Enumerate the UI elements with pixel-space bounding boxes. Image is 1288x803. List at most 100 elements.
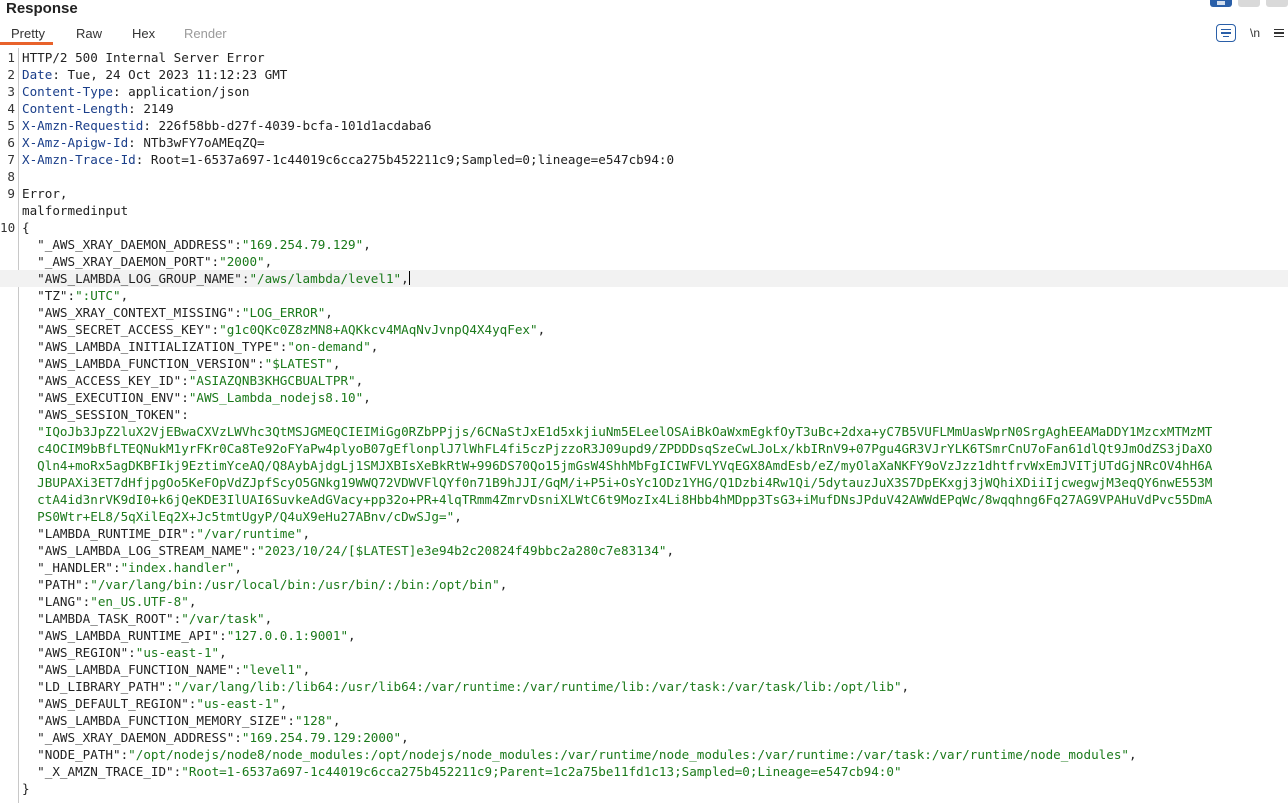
code-line[interactable]: "AWS_LAMBDA_FUNCTION_MEMORY_SIZE":"128",: [0, 712, 1288, 729]
json-string: "127.0.0.1:9001": [226, 628, 349, 643]
code-text: "_X_AMZN_TRACE_ID":: [22, 764, 182, 779]
code-line[interactable]: 4 Content-Length: 2149: [0, 100, 1288, 117]
code-line[interactable]: "LANG":"en_US.UTF-8",: [0, 593, 1288, 610]
layout-vertical-icon[interactable]: [1266, 0, 1288, 7]
code-text: "LAMBDA_RUNTIME_DIR":: [22, 526, 197, 541]
line-text: X-Amzn-Trace-Id: Root=1-6537a697-1c44019…: [22, 151, 674, 168]
json-string: "/opt/nodejs/node8/node_modules:/opt/nod…: [128, 747, 1129, 762]
line-text: HTTP/2 500 Internal Server Error: [22, 49, 265, 66]
code-line[interactable]: 5 X-Amzn-Requestid: 226f58bb-d27f-4039-bc…: [0, 117, 1288, 134]
line-text: "LAMBDA_TASK_ROOT":"/var/task",: [22, 610, 272, 627]
code-line[interactable]: 9 Error,: [0, 185, 1288, 202]
line-number: 9: [7, 186, 15, 201]
code-text: {: [22, 220, 30, 235]
code-line[interactable]: "AWS_XRAY_CONTEXT_MISSING":"LOG_ERROR",: [0, 304, 1288, 321]
code-line[interactable]: 6 X-Amz-Apigw-Id: NTb3wFY7oAMEqZQ=: [0, 134, 1288, 151]
tab-raw[interactable]: Raw: [76, 26, 102, 41]
line-text: X-Amzn-Requestid: 226f58bb-d27f-4039-bcf…: [22, 117, 431, 134]
line-number: 3: [7, 84, 15, 99]
code-line[interactable]: "AWS_SECRET_ACCESS_KEY":"g1c0QKc0Z8zMN8+…: [0, 321, 1288, 338]
code-text: ,: [537, 322, 546, 337]
code-line[interactable]: "_X_AMZN_TRACE_ID":"Root=1-6537a697-1c44…: [0, 763, 1288, 780]
code-text: "_AWS_XRAY_DAEMON_ADDRESS":: [22, 237, 242, 252]
line-text: "AWS_LAMBDA_FUNCTION_MEMORY_SIZE":"128",: [22, 712, 340, 729]
code-line[interactable]: "IQoJb3JpZ2luX2VjEBwaCXVzLWVhc3QtMSJGMEQ…: [0, 423, 1288, 440]
code-line[interactable]: "_AWS_XRAY_DAEMON_PORT":"2000",: [0, 253, 1288, 270]
code-line[interactable]: c4OCIM9bBfLTEQNukM1yrFKr0Ca8Te92oFYaPw4p…: [0, 440, 1288, 457]
panel-title: Response: [6, 0, 78, 17]
code-line[interactable]: ctA4id3nrVK9dI0+k6jQeKDE3IlUAI6SuvkeAdGV…: [0, 491, 1288, 508]
code-line[interactable]: PS0Wtr+EL8/5qXilEq2X+Jc5tmtUgyP/Q4uX9eHu…: [0, 508, 1288, 525]
code-line[interactable]: }: [0, 780, 1288, 797]
layout-split-icon[interactable]: [1210, 0, 1232, 7]
line-text: "AWS_LAMBDA_LOG_STREAM_NAME":"2023/10/24…: [22, 542, 674, 559]
code-line[interactable]: "AWS_DEFAULT_REGION":"us-east-1",: [0, 695, 1288, 712]
code-line[interactable]: 7 X-Amzn-Trace-Id: Root=1-6537a697-1c4401…: [0, 151, 1288, 168]
line-text: X-Amz-Apigw-Id: NTb3wFY7oAMEqZQ=: [22, 134, 265, 151]
json-string: "/var/runtime": [196, 526, 303, 541]
view-tabs: Pretty Raw Hex Render \n: [0, 22, 1288, 45]
line-number: 2: [7, 67, 15, 82]
code-line[interactable]: "AWS_LAMBDA_FUNCTION_NAME":"level1",: [0, 661, 1288, 678]
code-line[interactable]: "AWS_EXECUTION_ENV":"AWS_Lambda_nodejs8.…: [0, 389, 1288, 406]
code-line[interactable]: Qln4+moRx5agDKBFIkj9EztimYceAQ/Q8AybAjdg…: [0, 457, 1288, 474]
line-text: {: [22, 219, 30, 236]
tab-pretty[interactable]: Pretty: [11, 26, 45, 41]
code-line[interactable]: "LD_LIBRARY_PATH":"/var/lang/lib:/lib64:…: [0, 678, 1288, 695]
json-string: "2000": [219, 254, 265, 269]
code-text: ,: [355, 373, 364, 388]
code-line[interactable]: "AWS_LAMBDA_FUNCTION_VERSION":"$LATEST",: [0, 355, 1288, 372]
wrap-lines-icon[interactable]: [1215, 24, 1236, 42]
code-line[interactable]: malformedinput: [0, 202, 1288, 219]
code-text: ,: [120, 288, 129, 303]
code-line[interactable]: "AWS_SESSION_TOKEN":: [0, 406, 1288, 423]
line-text: "_X_AMZN_TRACE_ID":"Root=1-6537a697-1c44…: [22, 763, 901, 780]
code-line[interactable]: JBUPAXi3ET7dHfjpgOo5KeFOpVdZJpfScyO5GNkg…: [0, 474, 1288, 491]
code-line[interactable]: "AWS_LAMBDA_LOG_STREAM_NAME":"2023/10/24…: [0, 542, 1288, 559]
json-string: "169.254.79.129": [241, 237, 364, 252]
line-number: 1: [7, 50, 15, 65]
code-line[interactable]: "_HANDLER":"index.handler",: [0, 559, 1288, 576]
code-text: "LAMBDA_TASK_ROOT":: [22, 611, 182, 626]
hamburger-menu-icon[interactable]: [1274, 28, 1284, 38]
code-text: "AWS_EXECUTION_ENV":: [22, 390, 189, 405]
json-string: c4OCIM9bBfLTEQNukM1yrFKr0Ca8Te92oFYaPw4p…: [22, 441, 1213, 456]
layout-horizontal-icon[interactable]: [1238, 0, 1260, 7]
code-text: "_HANDLER":: [22, 560, 121, 575]
code-line[interactable]: 1 HTTP/2 500 Internal Server Error: [0, 49, 1288, 66]
code-line[interactable]: "TZ":":UTC",: [0, 287, 1288, 304]
code-line[interactable]: "AWS_LAMBDA_LOG_GROUP_NAME":"/aws/lambda…: [0, 270, 1288, 287]
json-string: "index.handler": [120, 560, 235, 575]
code-line[interactable]: "AWS_LAMBDA_RUNTIME_API":"127.0.0.1:9001…: [0, 627, 1288, 644]
code-text: "_AWS_XRAY_DAEMON_ADDRESS":: [22, 730, 242, 745]
code-line[interactable]: "AWS_REGION":"us-east-1",: [0, 644, 1288, 661]
code-line[interactable]: 8: [0, 168, 1288, 185]
code-line[interactable]: "LAMBDA_TASK_ROOT":"/var/task",: [0, 610, 1288, 627]
code-line[interactable]: 10 {: [0, 219, 1288, 236]
code-line[interactable]: "LAMBDA_RUNTIME_DIR":"/var/runtime",: [0, 525, 1288, 542]
json-string: "2023/10/24/[$LATEST]e3e94b2c20824f49bbc…: [257, 543, 667, 558]
code-line[interactable]: "PATH":"/var/lang/bin:/usr/local/bin:/us…: [0, 576, 1288, 593]
code-text: ,: [363, 237, 371, 252]
response-editor[interactable]: 1 HTTP/2 500 Internal Server Error 2 Date: …: [0, 48, 1288, 803]
code-line[interactable]: "NODE_PATH":"/opt/nodejs/node8/node_modu…: [0, 746, 1288, 763]
show-newlines-button[interactable]: \n: [1250, 26, 1260, 40]
code-text: "LD_LIBRARY_PATH":: [22, 679, 174, 694]
line-text: c4OCIM9bBfLTEQNukM1yrFKr0Ca8Te92oFYaPw4p…: [22, 440, 1212, 457]
tab-hex[interactable]: Hex: [132, 26, 155, 41]
code-text: "AWS_XRAY_CONTEXT_MISSING":: [22, 305, 242, 320]
code-line[interactable]: "_AWS_XRAY_DAEMON_ADDRESS":"169.254.79.1…: [0, 236, 1288, 253]
code-line[interactable]: 2 Date: Tue, 24 Oct 2023 11:12:23 GMT: [0, 66, 1288, 83]
line-text: malformedinput: [22, 202, 128, 219]
json-string: "g1c0QKc0Z8zMN8+AQKkcv4MAqNvJvnpQ4X4yqFe…: [219, 322, 538, 337]
code-text: "AWS_SESSION_TOKEN":: [22, 407, 189, 422]
json-string: "us-east-1": [135, 645, 220, 660]
line-text: "_HANDLER":"index.handler",: [22, 559, 242, 576]
tab-render[interactable]: Render: [184, 26, 227, 41]
json-string: "level1": [241, 662, 303, 677]
code-line[interactable]: "_AWS_XRAY_DAEMON_ADDRESS":"169.254.79.1…: [0, 729, 1288, 746]
code-line[interactable]: "AWS_LAMBDA_INITIALIZATION_TYPE":"on-dem…: [0, 338, 1288, 355]
code-line[interactable]: 3 Content-Type: application/json: [0, 83, 1288, 100]
code-line[interactable]: "AWS_ACCESS_KEY_ID":"ASIAZQNB3KHGCBUALTP…: [0, 372, 1288, 389]
line-text: "IQoJb3JpZ2luX2VjEBwaCXVzLWVhc3QtMSJGMEQ…: [22, 423, 1212, 440]
